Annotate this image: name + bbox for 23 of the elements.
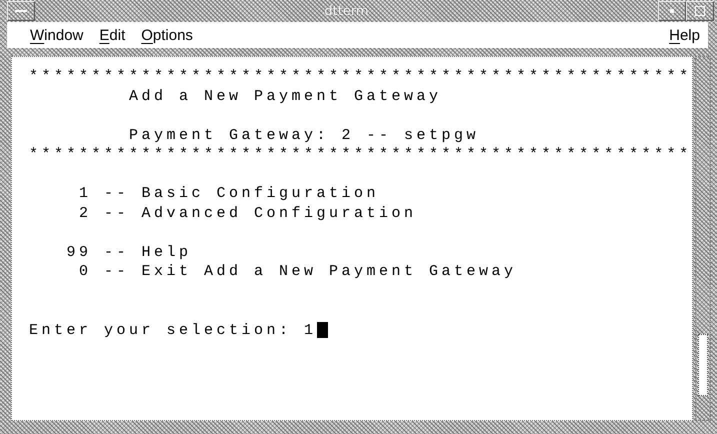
terminal-line: Add a New Payment Gateway [128, 86, 443, 106]
terminal-line: ***************************************************** [29, 145, 692, 164]
square-icon [695, 6, 705, 16]
menu-item[interactable]: Help [669, 26, 700, 44]
minimize-button[interactable] [658, 1, 686, 21]
menu-item[interactable]: Window [30, 26, 84, 44]
text-cursor [316, 322, 328, 338]
terminal-line: 99 -- Help [66, 242, 193, 262]
terminal-line: ***************************************************** [29, 67, 692, 86]
window-menu-button[interactable] [7, 1, 35, 21]
window-title: dtterm [323, 4, 370, 18]
terminal-line: 2 -- Advanced Configuration [78, 204, 418, 223]
menu-item[interactable]: Edit [99, 26, 126, 44]
scrollbar[interactable] [694, 56, 711, 421]
terminal-line: 1 -- Basic Configuration [78, 184, 380, 204]
scrollbar-thumb[interactable] [698, 334, 708, 396]
prompt-line: Enter your selection: 1 [29, 320, 317, 340]
maximize-button[interactable] [686, 1, 714, 21]
terminal-area[interactable] [11, 56, 693, 421]
terminal-line: 0 -- Exit Add a New Payment Gateway [78, 262, 518, 282]
dash-icon [15, 9, 27, 13]
menu-item[interactable]: Options [141, 26, 193, 44]
terminal-line: Payment Gateway: 2 -- setpgw [128, 126, 480, 145]
